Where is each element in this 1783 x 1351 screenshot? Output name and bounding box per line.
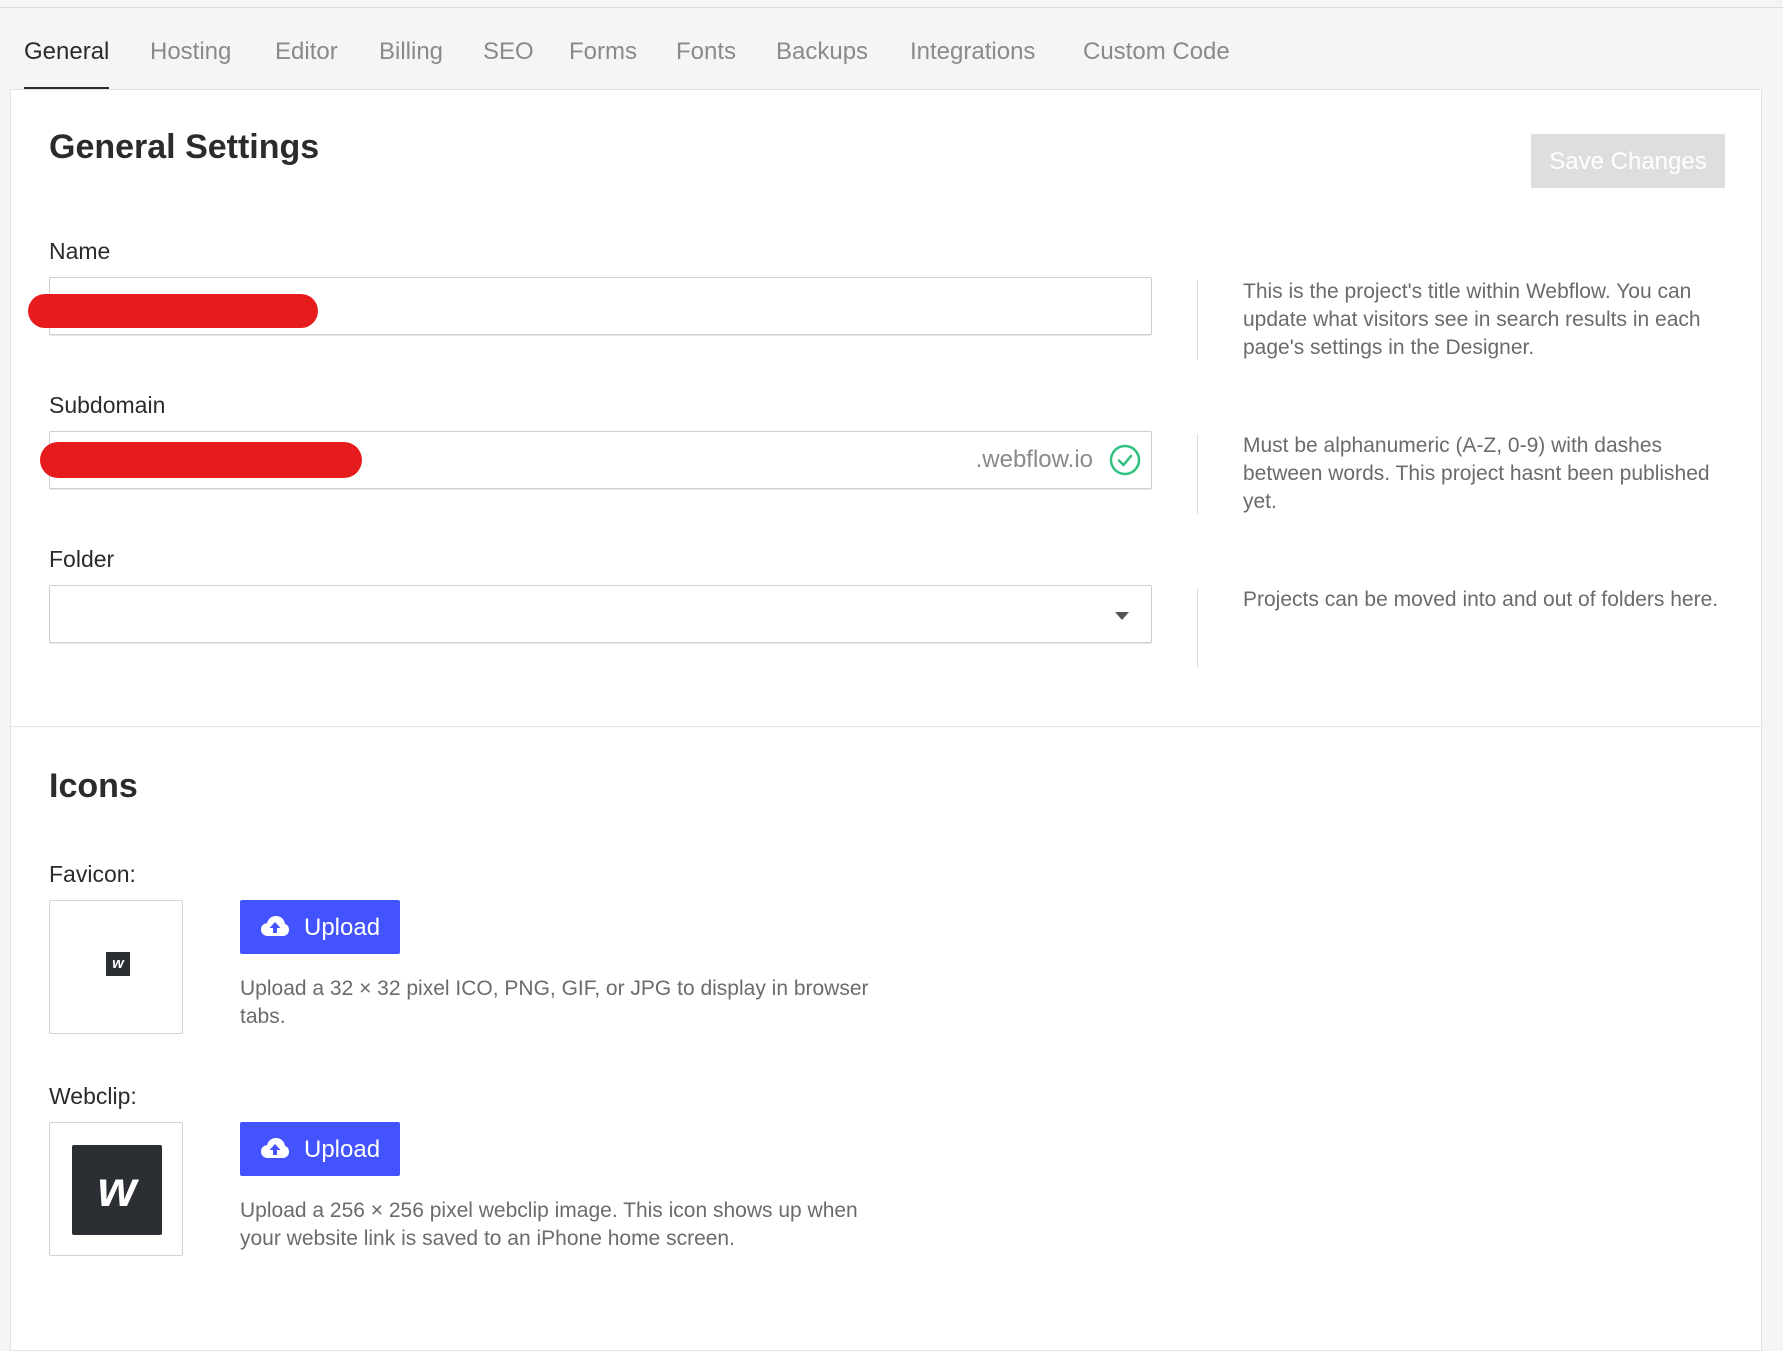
settings-panel: General Settings Save Changes Name This … bbox=[10, 89, 1762, 1351]
redaction-mark bbox=[40, 442, 362, 478]
settings-tabs: General Hosting Editor Billing SEO Forms… bbox=[0, 0, 1783, 90]
tab-integrations[interactable]: Integrations bbox=[910, 34, 1035, 90]
favicon-upload-button[interactable]: Upload bbox=[240, 900, 400, 954]
redaction-mark bbox=[28, 294, 318, 328]
tab-general[interactable]: General bbox=[24, 34, 110, 90]
tab-fonts[interactable]: Fonts bbox=[676, 34, 736, 90]
webflow-logo-icon: w bbox=[72, 1145, 162, 1235]
tab-hosting[interactable]: Hosting bbox=[150, 34, 231, 90]
name-help-text: This is the project's title within Webfl… bbox=[1243, 280, 1701, 359]
folder-label: Folder bbox=[49, 546, 115, 572]
subdomain-help-text: Must be alphanumeric (A-Z, 0-9) with das… bbox=[1243, 434, 1710, 513]
folder-help-divider bbox=[1197, 588, 1198, 668]
tab-seo[interactable]: SEO bbox=[483, 34, 534, 90]
check-circle-icon bbox=[1109, 444, 1141, 476]
subdomain-input[interactable]: .webflow.io bbox=[40, 431, 1152, 489]
tab-editor[interactable]: Editor bbox=[275, 34, 338, 90]
favicon-help-text: Upload a 32 × 32 pixel ICO, PNG, GIF, or… bbox=[240, 977, 869, 1028]
subdomain-suffix: .webflow.io bbox=[975, 446, 1093, 473]
webflow-logo-icon: w bbox=[106, 952, 130, 976]
subdomain-label: Subdomain bbox=[49, 392, 166, 418]
webclip-help-text: Upload a 256 × 256 pixel webclip image. … bbox=[240, 1199, 858, 1250]
cloud-upload-icon bbox=[261, 1138, 289, 1158]
name-input[interactable] bbox=[28, 277, 1152, 335]
webclip-upload-button[interactable]: Upload bbox=[240, 1122, 400, 1176]
save-changes-button[interactable]: Save Changes bbox=[1531, 134, 1725, 188]
folder-help-text: Projects can be moved into and out of fo… bbox=[1243, 588, 1719, 611]
folder-select[interactable] bbox=[49, 585, 1152, 643]
webclip-preview: w bbox=[49, 1122, 183, 1256]
general-settings-title: General Settings bbox=[49, 128, 320, 166]
webclip-upload-label: Upload bbox=[304, 1136, 381, 1163]
name-help-divider bbox=[1197, 280, 1198, 360]
webclip-label: Webclip: bbox=[49, 1083, 137, 1109]
cloud-upload-icon bbox=[261, 916, 289, 936]
tab-forms[interactable]: Forms bbox=[569, 34, 637, 90]
tab-backups[interactable]: Backups bbox=[776, 34, 868, 90]
favicon-label: Favicon: bbox=[49, 861, 136, 887]
favicon-preview: w bbox=[49, 900, 183, 1034]
tab-custom-code[interactable]: Custom Code bbox=[1083, 34, 1230, 90]
name-label: Name bbox=[49, 238, 111, 264]
section-divider bbox=[11, 726, 1761, 727]
chevron-down-icon bbox=[1115, 612, 1129, 620]
tab-billing[interactable]: Billing bbox=[379, 34, 443, 90]
subdomain-help-divider bbox=[1197, 434, 1198, 514]
icons-title: Icons bbox=[49, 767, 138, 805]
favicon-upload-label: Upload bbox=[304, 914, 381, 941]
